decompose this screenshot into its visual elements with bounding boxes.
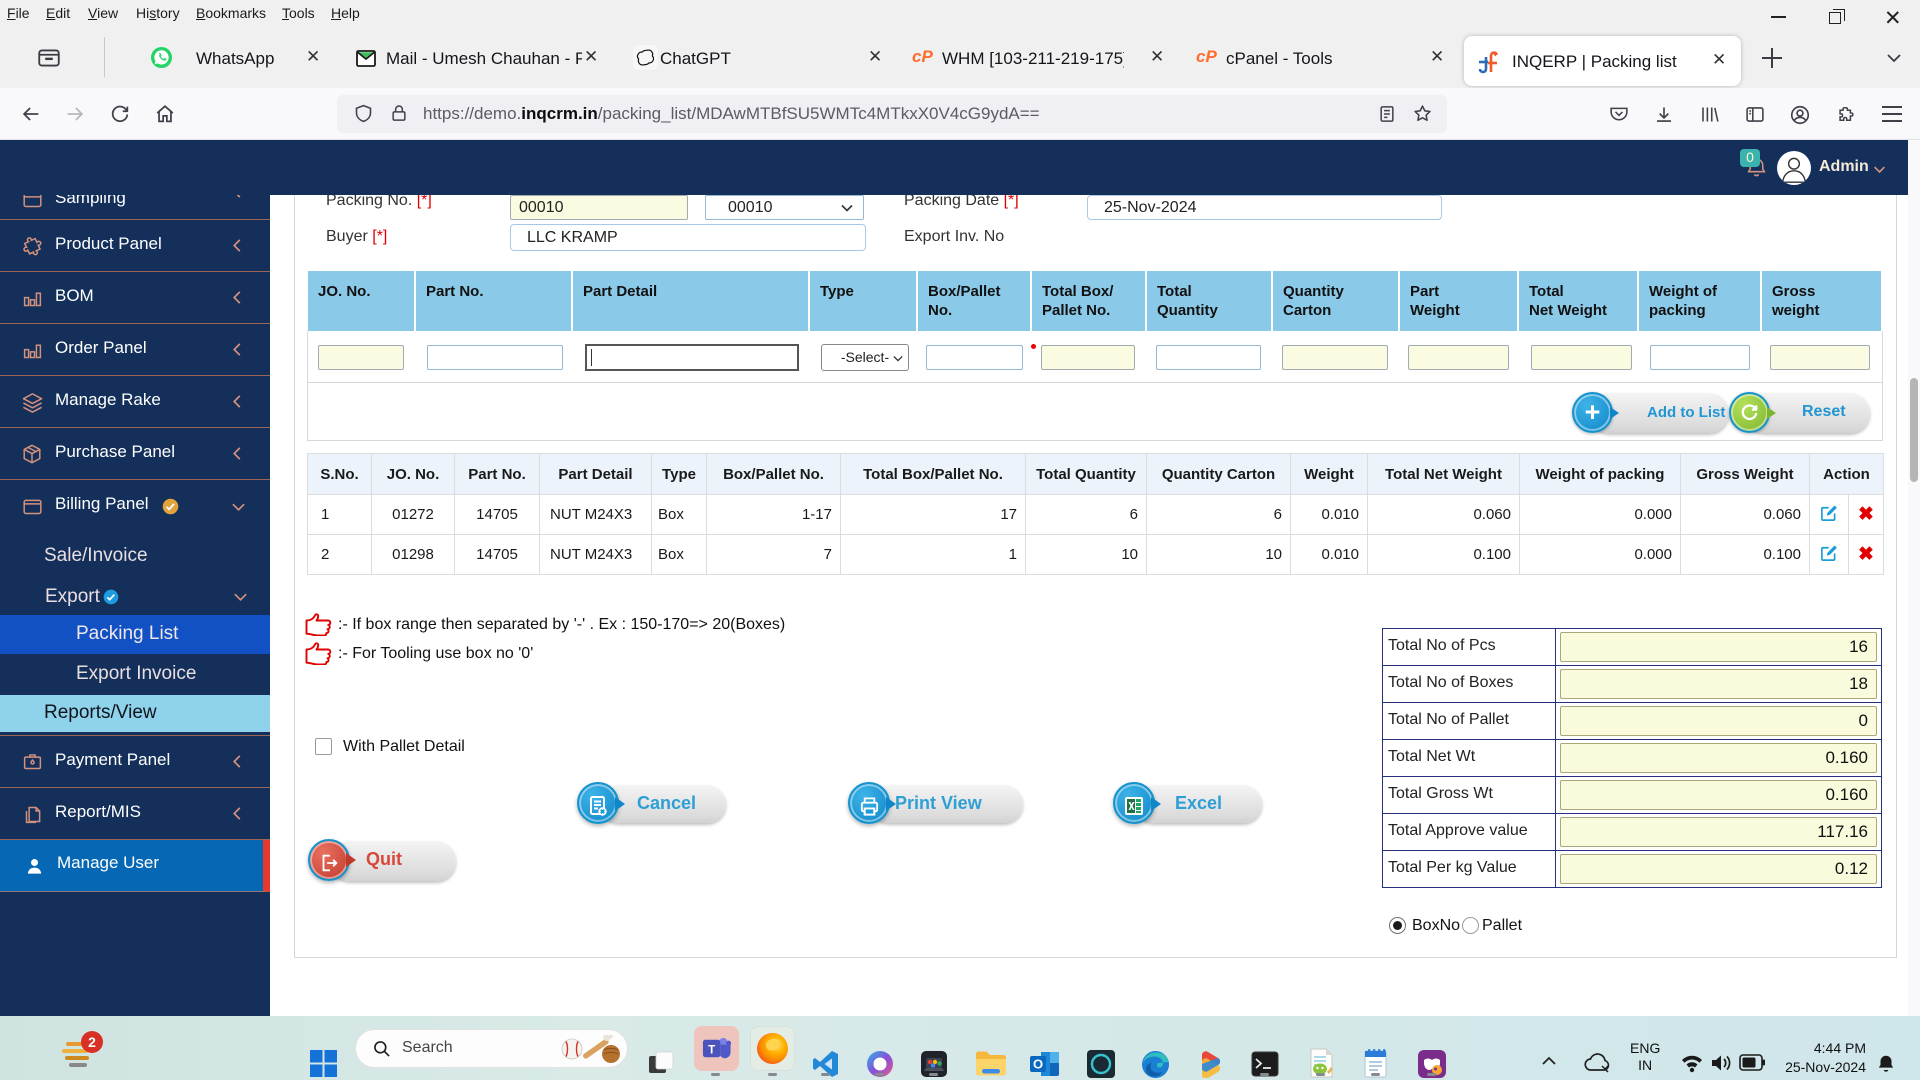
svg-text:O: O	[1033, 1057, 1043, 1072]
svg-text:2: 2	[88, 1034, 96, 1050]
svg-text:T: T	[708, 1043, 715, 1056]
